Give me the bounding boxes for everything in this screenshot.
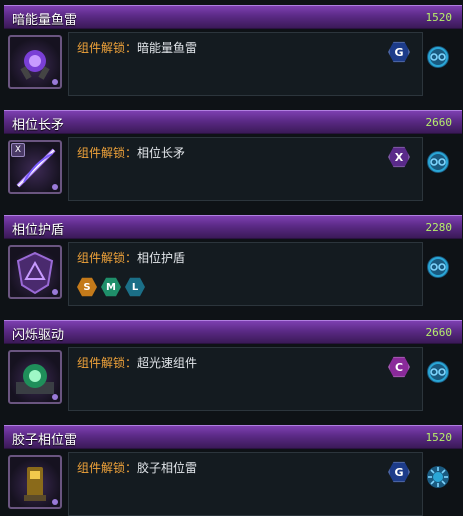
- unlock-label: 组件解锁：: [77, 461, 138, 475]
- card-panel: 组件解锁：超光速组件 C: [68, 347, 423, 411]
- component-list: 暗能量鱼雷 1520 组件解锁：暗能量鱼雷 G 相位长矛 2660 X 组件解锁…: [0, 0, 463, 516]
- unlock-text: 组件解锁：相位长矛: [77, 144, 185, 161]
- card-header: 相位长矛 2660: [4, 110, 462, 134]
- card-header: 胶子相位雷 1520: [4, 425, 462, 449]
- unlock-label: 组件解锁：: [77, 251, 138, 265]
- card-panel: 组件解锁：相位长矛 X: [68, 137, 423, 201]
- card-header: 闪烁驱动 2660: [4, 320, 462, 344]
- gear-wheel-icon[interactable]: [426, 255, 450, 279]
- rarity-dot: [52, 289, 58, 295]
- sun-gear-icon[interactable]: [426, 465, 450, 489]
- unlock-value: 相位护盾: [137, 251, 186, 265]
- unlock-label: 组件解锁：: [77, 146, 138, 160]
- component-card[interactable]: 暗能量鱼雷 1520 组件解锁：暗能量鱼雷 G: [0, 5, 463, 102]
- card-panel: 组件解锁：暗能量鱼雷 G: [68, 32, 423, 96]
- component-name: 暗能量鱼雷: [12, 13, 78, 28]
- rarity-dot: [52, 184, 58, 190]
- unlock-value: 相位长矛: [137, 146, 186, 160]
- component-card[interactable]: 相位长矛 2660 X 组件解锁：相位长矛 X: [0, 110, 463, 207]
- unlock-value: 超光速组件: [137, 356, 198, 370]
- mine-icon[interactable]: [8, 455, 62, 509]
- component-cost: 2660: [425, 326, 453, 339]
- card-panel: 组件解锁：胶子相位雷 G: [68, 452, 423, 516]
- card-header: 相位护盾 2280: [4, 215, 462, 239]
- unlock-text: 组件解锁：胶子相位雷: [77, 459, 197, 476]
- component-cost: 1520: [425, 431, 453, 444]
- size-badges: S M L: [77, 277, 145, 297]
- unlock-label: 组件解锁：: [77, 41, 138, 55]
- component-cost: 2660: [425, 116, 453, 129]
- unlock-label: 组件解锁：: [77, 356, 138, 370]
- size-l-badge: L: [125, 277, 145, 297]
- unlock-value: 暗能量鱼雷: [137, 41, 198, 55]
- card-header: 暗能量鱼雷 1520: [4, 5, 462, 29]
- unlock-text: 组件解锁：暗能量鱼雷: [77, 39, 197, 56]
- rarity-dot: [52, 79, 58, 85]
- shield-icon[interactable]: [8, 245, 62, 299]
- gear-wheel-icon[interactable]: [426, 45, 450, 69]
- component-card[interactable]: 闪烁驱动 2660 组件解锁：超光速组件 C: [0, 320, 463, 417]
- component-card[interactable]: 相位护盾 2280 组件解锁：相位护盾 S M L: [0, 215, 463, 312]
- class-badge: G: [388, 461, 410, 483]
- size-m-badge: M: [101, 277, 121, 297]
- component-cost: 2280: [425, 221, 453, 234]
- gear-wheel-icon[interactable]: [426, 360, 450, 384]
- class-badge: G: [388, 41, 410, 63]
- component-name: 相位长矛: [12, 118, 65, 133]
- component-name: 相位护盾: [12, 223, 65, 238]
- corner-x-badge: X: [11, 143, 25, 157]
- class-badge: X: [388, 146, 410, 168]
- class-badge: C: [388, 356, 410, 378]
- card-panel: 组件解锁：相位护盾 S M L: [68, 242, 423, 306]
- unlock-text: 组件解锁：相位护盾: [77, 249, 185, 266]
- rarity-dot: [52, 394, 58, 400]
- blink-drive-icon[interactable]: [8, 350, 62, 404]
- size-s-badge: S: [77, 277, 97, 297]
- component-name: 闪烁驱动: [12, 328, 65, 343]
- rarity-dot: [52, 499, 58, 505]
- lance-icon[interactable]: X: [8, 140, 62, 194]
- unlock-value: 胶子相位雷: [137, 461, 198, 475]
- component-card[interactable]: 胶子相位雷 1520 组件解锁：胶子相位雷 G: [0, 425, 463, 516]
- component-name: 胶子相位雷: [12, 433, 78, 448]
- unlock-text: 组件解锁：超光速组件: [77, 354, 197, 371]
- component-cost: 1520: [425, 11, 453, 24]
- gear-wheel-icon[interactable]: [426, 150, 450, 174]
- torpedo-icon[interactable]: [8, 35, 62, 89]
